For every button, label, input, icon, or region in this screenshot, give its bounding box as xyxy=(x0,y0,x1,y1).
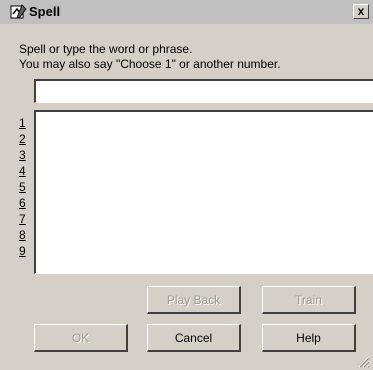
choice-number-1[interactable]: 1 xyxy=(19,116,26,130)
choice-number-6[interactable]: 6 xyxy=(19,196,26,210)
choice-number-8[interactable]: 8 xyxy=(19,228,26,242)
close-button[interactable]: x xyxy=(353,4,369,19)
spell-app-icon xyxy=(10,4,27,19)
instruction-line-1: Spell or type the word or phrase. xyxy=(19,42,193,56)
spell-dialog: Spell x Spell or type the word or phrase… xyxy=(0,0,373,370)
train-button[interactable]: Train xyxy=(262,286,356,314)
cancel-button[interactable]: Cancel xyxy=(147,324,241,352)
choice-number-5[interactable]: 5 xyxy=(19,180,26,194)
choice-number-7[interactable]: 7 xyxy=(19,212,26,226)
choice-number-9[interactable]: 9 xyxy=(19,244,26,258)
choice-number-3[interactable]: 3 xyxy=(19,148,26,162)
instruction-line-2: You may also say "Choose 1" or another n… xyxy=(19,57,281,71)
resize-grip-icon[interactable] xyxy=(358,356,370,368)
window-title: Spell xyxy=(29,4,61,19)
choice-number-4[interactable]: 4 xyxy=(19,164,26,178)
title-bar: Spell x xyxy=(0,0,373,24)
close-icon: x xyxy=(357,4,365,18)
play-back-button[interactable]: Play Back xyxy=(147,286,241,314)
choice-number-2[interactable]: 2 xyxy=(19,132,26,146)
spell-input[interactable] xyxy=(34,79,373,103)
ok-button[interactable]: OK xyxy=(34,324,128,352)
help-button[interactable]: Help xyxy=(262,324,356,352)
choices-list[interactable] xyxy=(34,110,373,274)
